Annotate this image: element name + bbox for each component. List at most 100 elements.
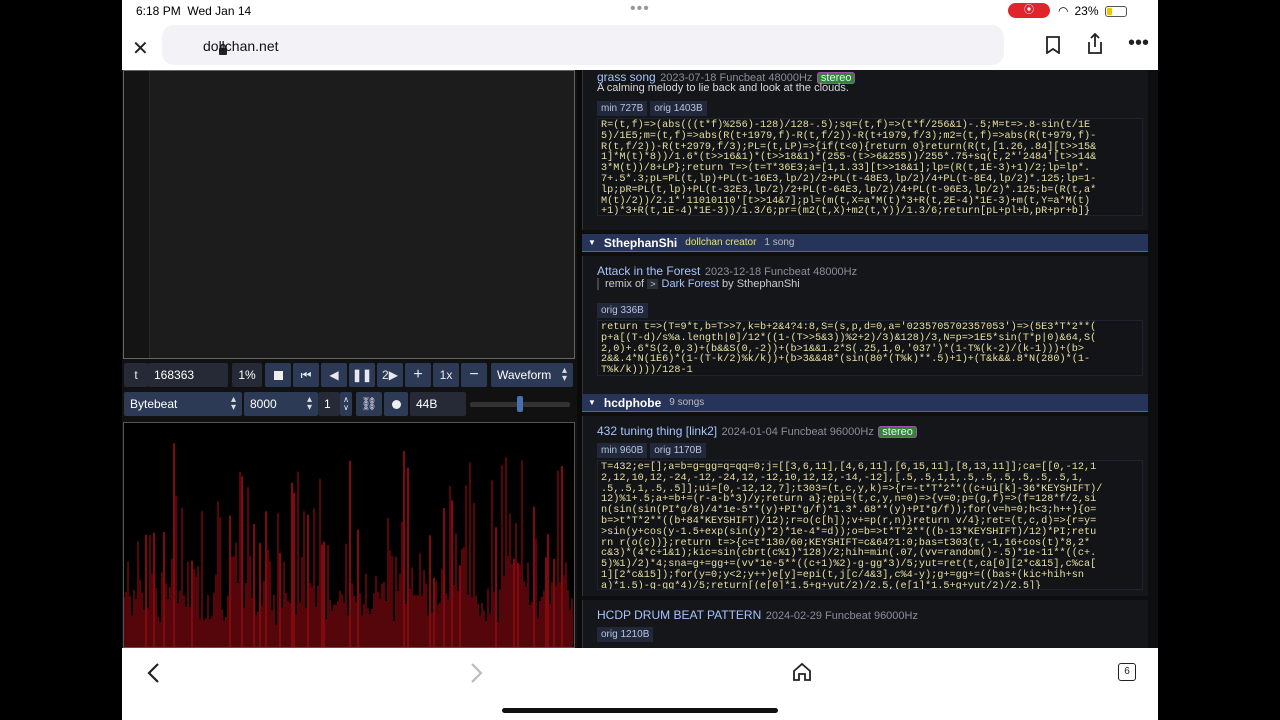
- waveform-canvas[interactable]: [123, 422, 575, 648]
- volume-handle[interactable]: [517, 396, 523, 412]
- forward-icon[interactable]: [470, 662, 484, 689]
- more-icon[interactable]: •••: [1128, 32, 1149, 55]
- dot-icon: [391, 399, 401, 409]
- remix-link[interactable]: Dark Forest: [662, 278, 719, 290]
- sample-rate-select[interactable]: 8000 ▴ ▾: [244, 392, 318, 416]
- controls-row-1: t 168363 1% ⏮ ◀ ❚❚ 2 ▶ + 1x − Waveform ▴ ▾: [122, 363, 577, 389]
- chevron-updown-icon: ▴ ▾: [561, 365, 567, 384]
- address-bar[interactable]: [162, 25, 1004, 65]
- waveform-svg: [124, 443, 573, 647]
- size-tags: min 727B orig 1403B: [597, 98, 710, 116]
- share-icon[interactable]: [1086, 32, 1104, 60]
- song-meta: 2023-12-18 Funcbeat 48000Hz: [704, 266, 858, 278]
- author-name: hcdphobe: [603, 395, 662, 410]
- browser-toolbar: ✕ dollchan.net •••: [122, 22, 1158, 70]
- author-header[interactable]: ▼ SthephanShi dollchan creator 1 song: [582, 234, 1148, 252]
- decrease-button[interactable]: −: [461, 363, 487, 387]
- link-icon: ⛓: [360, 396, 378, 411]
- song-header: 432 tuning thing [link2] 2024-01-04 Func…: [597, 422, 917, 440]
- play-reverse-icon: ◀: [329, 368, 339, 382]
- song-title[interactable]: HCDP DRUM BEAT PATTERN: [597, 608, 761, 622]
- song-meta: 2024-01-04 Funcbeat 96000Hz: [721, 426, 874, 438]
- restart-button[interactable]: ⏮: [293, 363, 319, 387]
- size-tags: orig 336B: [597, 300, 651, 318]
- mode-select[interactable]: Bytebeat ▴ ▾: [124, 392, 242, 416]
- remix-info: remix of > Dark Forest by SthephanShi: [597, 278, 800, 290]
- bookmark-icon[interactable]: [1046, 36, 1060, 59]
- stop-button[interactable]: [265, 363, 291, 387]
- rate-button[interactable]: 1x: [433, 363, 459, 387]
- time-input[interactable]: 168363: [148, 363, 228, 387]
- multitask-dots[interactable]: •••: [630, 0, 650, 18]
- fast-forward-button[interactable]: 2 ▶: [377, 363, 403, 387]
- wifi-icon: ◠: [1058, 4, 1069, 18]
- author-song-count: 1 song: [764, 237, 795, 248]
- back-icon[interactable]: [146, 662, 160, 689]
- controls-row-2: Bytebeat ▴ ▾ 8000 ▴ ▾ 1 ∧ ∨ ⛓ 44B: [122, 392, 577, 418]
- browser-bottom-bar: 6: [122, 648, 1158, 720]
- author-header[interactable]: ▼ hcdphobe 9 songs: [582, 394, 1148, 412]
- song-title[interactable]: 432 tuning thing [link2]: [597, 424, 717, 438]
- percent-value[interactable]: 1%: [232, 363, 262, 387]
- code-size: 44B: [410, 392, 466, 416]
- orig-size-tag[interactable]: orig 1170B: [650, 443, 706, 458]
- song-header: HCDP DRUM BEAT PATTERN 2024-02-29 Funcbe…: [597, 606, 918, 624]
- song-card: grass song 2023-07-18 Funcbeat 48000Hz s…: [582, 70, 1148, 230]
- view-mode-select[interactable]: Waveform ▴ ▾: [491, 363, 573, 387]
- song-meta: 2024-02-29 Funcbeat 96000Hz: [765, 610, 918, 622]
- volume-slider[interactable]: [470, 396, 570, 412]
- expand-triangle-icon: ▼: [588, 238, 596, 247]
- battery-percent: 23%: [1074, 4, 1099, 18]
- orig-size-tag[interactable]: orig 1403B: [650, 101, 707, 116]
- divisor-stepper[interactable]: ∧ ∨: [340, 392, 352, 416]
- expand-triangle-icon: ▼: [588, 398, 596, 407]
- web-page: t 168363 1% ⏮ ◀ ❚❚ 2 ▶ + 1x − Waveform ▴ ▾ …: [122, 70, 1158, 648]
- status-bar: 6:18 PM Wed Jan 14 ••• ⦿ ◠ 23%: [122, 0, 1158, 22]
- song-code[interactable]: T=432;e=[];a=b=g=gg=q=qq=0;j=[[3,6,11],[…: [597, 460, 1143, 590]
- min-size-tag[interactable]: min 727B: [597, 101, 648, 116]
- rewind-button[interactable]: ◀: [321, 363, 347, 387]
- orig-size-tag[interactable]: orig 1210B: [597, 627, 654, 642]
- minus-icon: −: [469, 366, 479, 383]
- status-icons: ◠ 23%: [1058, 4, 1127, 18]
- time-label: t: [124, 363, 148, 387]
- author-role: dollchan creator: [685, 237, 757, 248]
- song-code[interactable]: return t=>(T=9*t,b=T>>7,k=b+2&4?4:8,S=(s…: [597, 320, 1143, 376]
- link-button[interactable]: ⛓: [356, 392, 382, 416]
- chevron-updown-icon: ▴ ▾: [230, 394, 236, 413]
- remix-by: by SthephanShi: [722, 278, 800, 290]
- code-editor[interactable]: [123, 70, 575, 359]
- song-title[interactable]: Attack in the Forest: [597, 264, 700, 278]
- player-pane: t 168363 1% ⏮ ◀ ❚❚ 2 ▶ + 1x − Waveform ▴ ▾ …: [122, 70, 577, 648]
- plus-icon: +: [413, 366, 423, 383]
- size-tags: orig 1210B: [597, 624, 656, 642]
- ipad-screen: 6:18 PM Wed Jan 14 ••• ⦿ ◠ 23% ✕ dollcha…: [122, 0, 1158, 720]
- orig-size-tag[interactable]: orig 336B: [597, 303, 648, 318]
- view-mode-value: Waveform: [497, 368, 552, 382]
- screen-record-icon[interactable]: ⦿: [1008, 3, 1050, 18]
- pause-button[interactable]: ❚❚: [349, 363, 375, 387]
- close-icon[interactable]: ✕: [132, 36, 149, 61]
- song-card: HCDP DRUM BEAT PATTERN 2024-02-29 Funcbe…: [582, 600, 1148, 648]
- song-code[interactable]: R=(t,f)=>(abs(((t*f)%256)-128)/128-.5);s…: [597, 118, 1143, 216]
- author-name: SthephanShi: [603, 235, 678, 250]
- song-description: A calming melody to lie back and look at…: [597, 82, 849, 94]
- play-icon: ▶: [388, 368, 398, 382]
- song-card: 432 tuning thing [link2] 2024-01-04 Func…: [582, 416, 1148, 596]
- mode-value: Bytebeat: [130, 397, 178, 411]
- url-text: dollchan.net: [203, 38, 279, 54]
- tabs-button[interactable]: 6: [1118, 663, 1136, 681]
- remix-prefix: remix of: [605, 278, 645, 290]
- pause-icon: ❚❚: [351, 368, 373, 382]
- chevron-updown-icon: ▴ ▾: [306, 394, 312, 413]
- record-button[interactable]: [384, 392, 408, 416]
- min-size-tag[interactable]: min 960B: [597, 443, 648, 458]
- increase-button[interactable]: +: [405, 363, 431, 387]
- down-icon: ∨: [343, 403, 349, 412]
- stereo-badge: stereo: [878, 426, 917, 438]
- home-icon[interactable]: [792, 662, 812, 687]
- speed-value: 2: [382, 368, 389, 382]
- song-card: Attack in the Forest 2023-12-18 Funcbeat…: [582, 256, 1148, 396]
- divisor-input[interactable]: 1: [318, 392, 340, 416]
- status-time: 6:18 PM Wed Jan 14: [136, 4, 252, 18]
